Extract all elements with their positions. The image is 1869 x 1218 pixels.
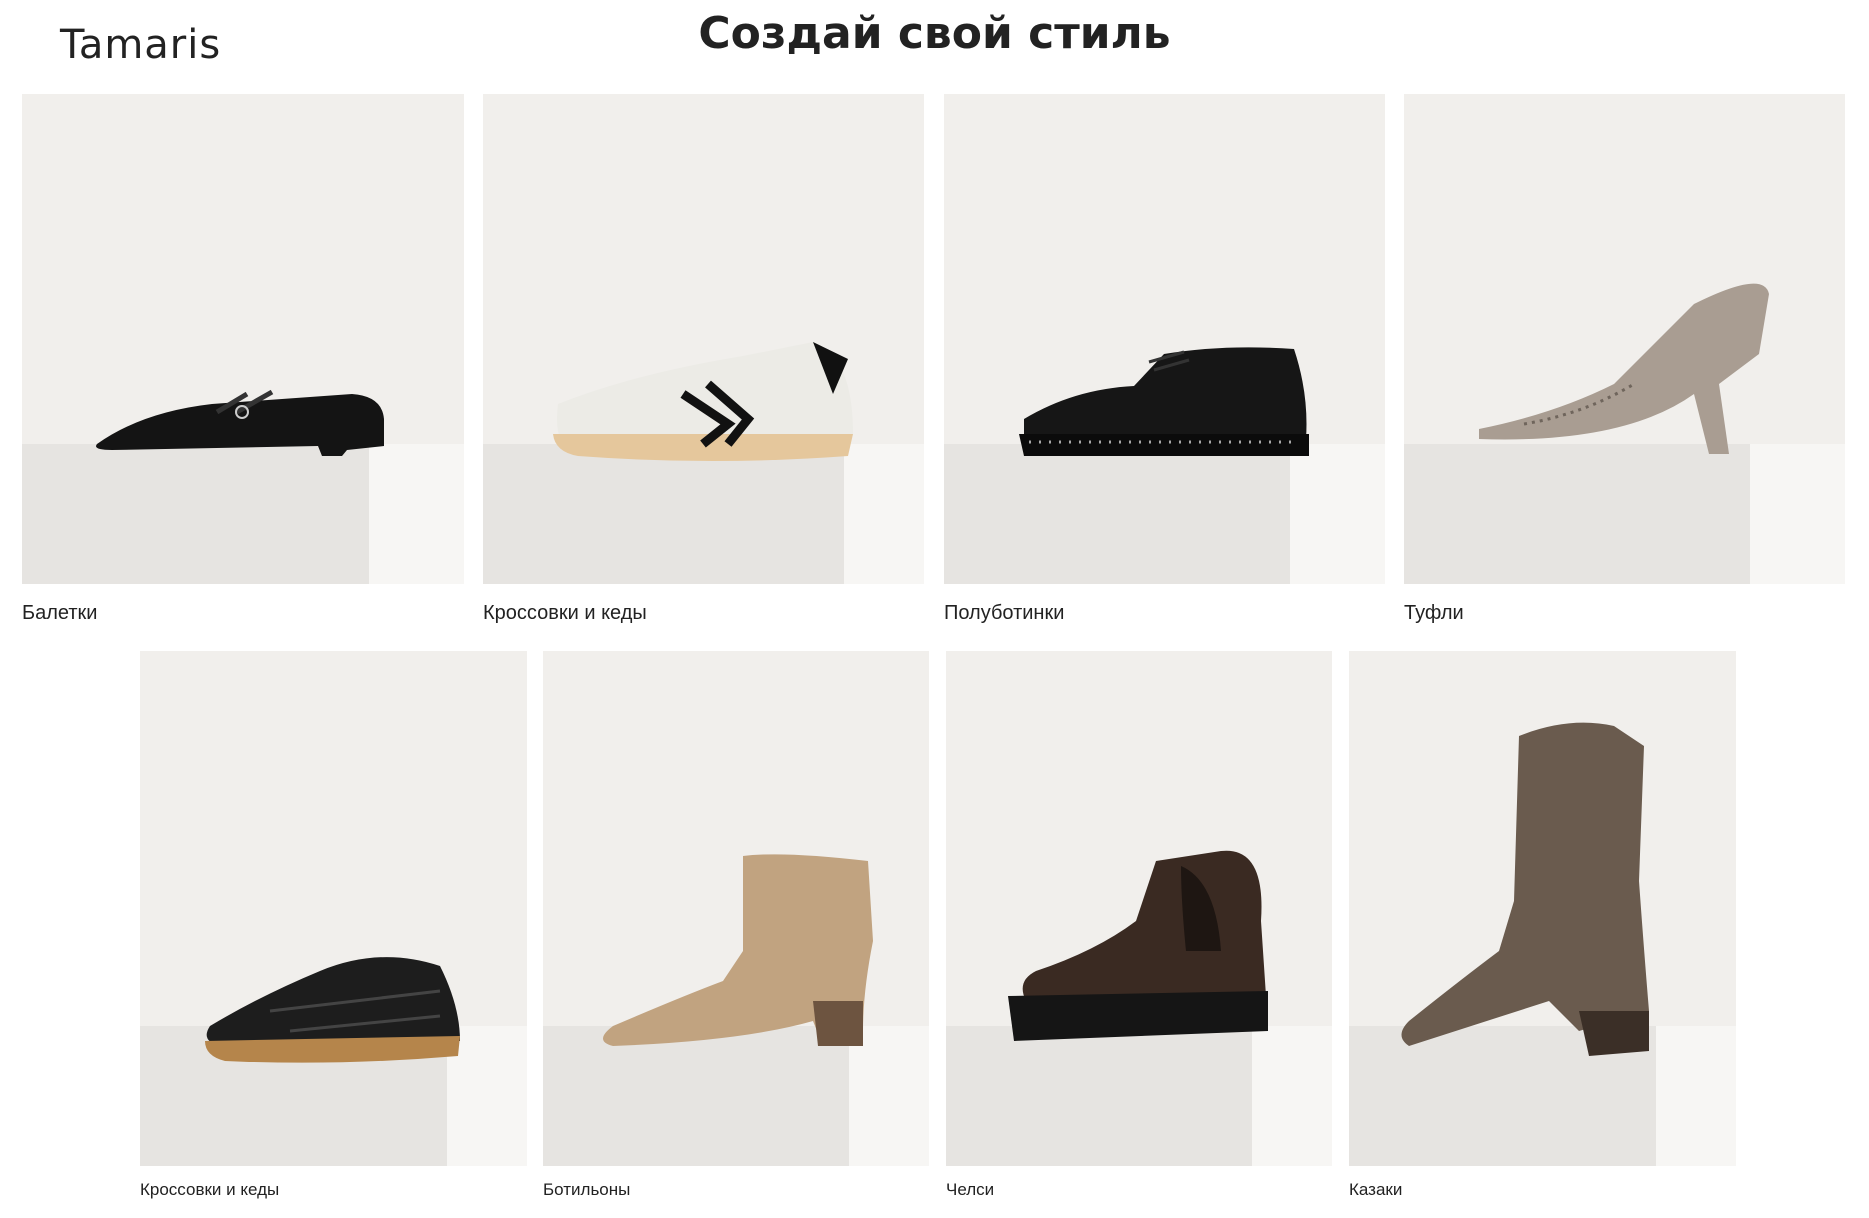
- category-image[interactable]: [140, 651, 527, 1166]
- sneaker-black-shoe-icon: [205, 957, 460, 1063]
- category-card-cowboy-boots[interactable]: Казаки: [1349, 651, 1736, 1200]
- page-title: Создай свой стиль: [698, 8, 1171, 59]
- derby-shoe-icon: [1019, 347, 1309, 456]
- category-card-pumps[interactable]: Туфли: [1404, 94, 1845, 625]
- category-label[interactable]: Балетки: [22, 602, 464, 625]
- category-image[interactable]: [1349, 651, 1736, 1166]
- category-label[interactable]: Кроссовки и кеды: [483, 602, 924, 625]
- category-card-sneakers[interactable]: Кроссовки и кеды: [483, 94, 924, 625]
- category-label[interactable]: Челси: [946, 1180, 1332, 1200]
- category-label[interactable]: Кроссовки и кеды: [140, 1180, 527, 1200]
- category-label[interactable]: Полуботинки: [944, 602, 1385, 625]
- pump-heel-shoe-icon: [1479, 283, 1769, 454]
- category-label[interactable]: Туфли: [1404, 602, 1845, 625]
- category-card-ballet-flats[interactable]: Балетки: [22, 94, 464, 625]
- category-image[interactable]: [483, 94, 924, 584]
- category-card-derby[interactable]: Полуботинки: [944, 94, 1385, 625]
- ankle-boot-icon: [603, 854, 873, 1046]
- cowboy-boot-icon: [1401, 722, 1649, 1056]
- category-image[interactable]: [946, 651, 1332, 1166]
- category-card-ankle-boots[interactable]: Ботильоны: [543, 651, 929, 1200]
- category-image[interactable]: [1404, 94, 1845, 584]
- category-image[interactable]: [543, 651, 929, 1166]
- category-label[interactable]: Казаки: [1349, 1180, 1736, 1200]
- category-label[interactable]: Ботильоны: [543, 1180, 929, 1200]
- category-image[interactable]: [22, 94, 464, 584]
- chelsea-boot-icon: [1008, 850, 1268, 1041]
- category-image[interactable]: [944, 94, 1385, 584]
- category-card-chelsea[interactable]: Челси: [946, 651, 1332, 1200]
- category-card-sneakers-2[interactable]: Кроссовки и кеды: [140, 651, 527, 1200]
- ballet-flat-shoe-icon: [96, 389, 384, 456]
- sneaker-white-shoe-icon: [553, 342, 853, 461]
